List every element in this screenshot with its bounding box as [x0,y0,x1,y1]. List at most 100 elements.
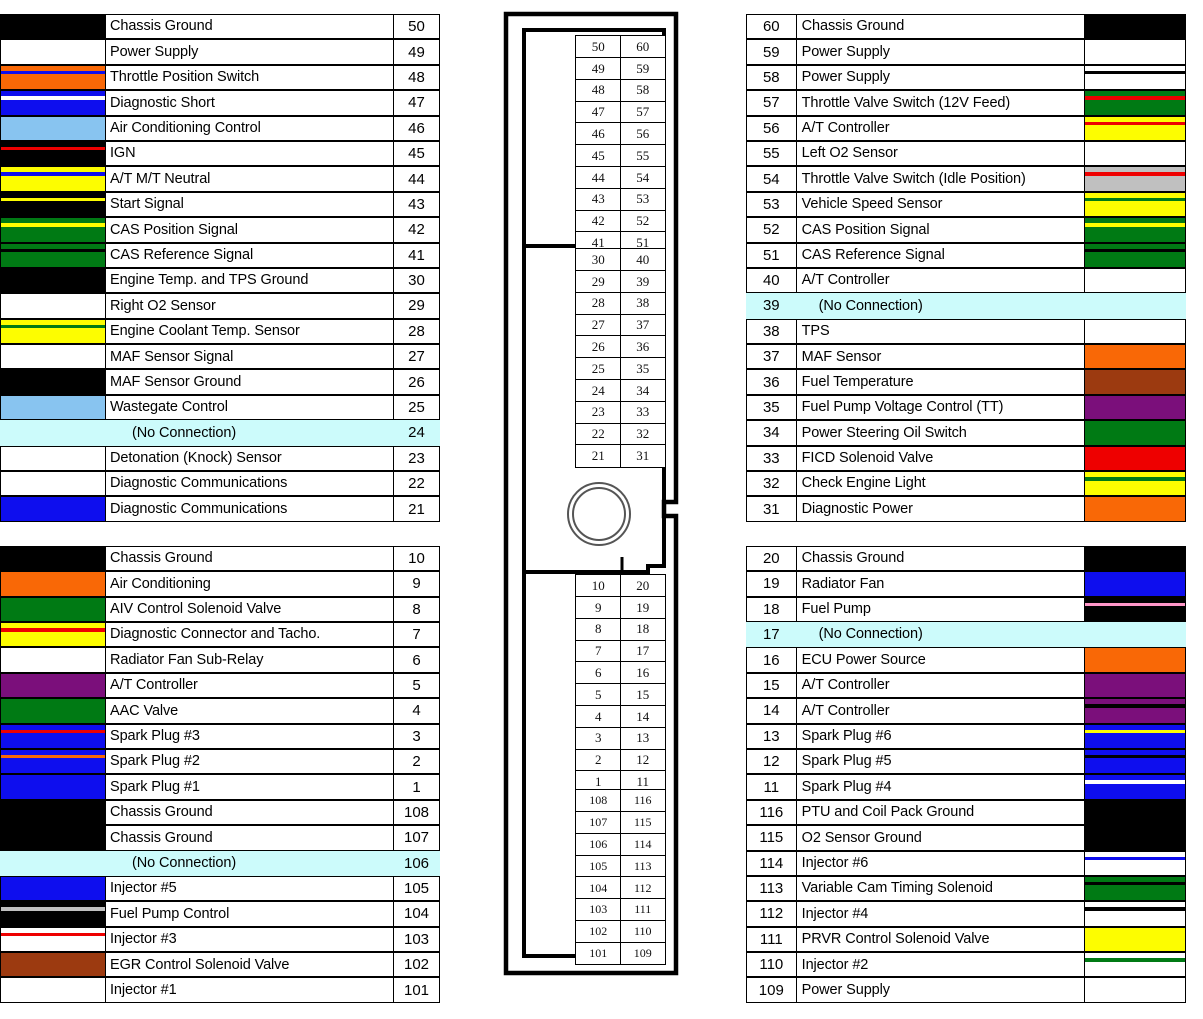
connector-pin[interactable]: 37 [619,313,666,337]
table-row[interactable]: 14 A/T Controller [746,698,1186,724]
table-row[interactable]: AAC Valve 4 [0,698,440,724]
connector-pin[interactable]: 113 [619,854,666,878]
table-row[interactable]: Fuel Pump Control 104 [0,901,440,927]
connector-pin[interactable]: 102 [575,920,622,944]
connector-pin[interactable]: 56 [619,122,666,146]
connector-pin[interactable]: 10 [575,574,622,598]
table-row[interactable]: 18 Fuel Pump [746,596,1186,622]
table-row[interactable]: EGR Control Solenoid Valve 102 [0,952,440,978]
connector-pin[interactable]: 109 [619,941,666,966]
table-row[interactable]: Radiator Fan Sub-Relay 6 [0,647,440,673]
connector-pin[interactable]: 2 [575,748,622,772]
connector-pin[interactable]: 36 [619,335,666,359]
connector-pin[interactable]: 103 [575,898,622,922]
table-row[interactable]: 56 A/T Controller [746,115,1186,141]
connector-pin[interactable]: 15 [619,683,666,707]
table-row[interactable]: Wastegate Control 25 [0,394,440,421]
table-row[interactable]: 54 Throttle Valve Switch (Idle Position) [746,166,1186,192]
connector-pin[interactable]: 30 [575,248,622,272]
connector-pin[interactable]: 48 [575,78,622,103]
connector-pin[interactable]: 34 [619,379,666,403]
connector-pin[interactable]: 106 [575,832,622,857]
connector-pin[interactable]: 111 [619,898,666,922]
connector-pin[interactable]: 28 [575,291,622,316]
connector-pin[interactable]: 44 [575,166,622,190]
connector-pin[interactable]: 57 [619,100,666,124]
connector-pin[interactable]: 17 [619,639,666,663]
connector-pin[interactable]: 104 [575,876,622,900]
connector-pin[interactable]: 116 [619,789,666,813]
connector-pin[interactable]: 59 [619,57,666,81]
table-row[interactable]: 57 Throttle Valve Switch (12V Feed) [746,90,1186,116]
table-row[interactable]: 110 Injector #2 [746,952,1186,978]
connector-pin[interactable]: 6 [575,661,622,685]
table-row[interactable]: 53 Vehicle Speed Sensor [746,191,1186,218]
connector-pin[interactable]: 54 [619,166,666,190]
table-row[interactable]: Chassis Ground 107 [0,825,440,851]
connector-pin[interactable]: 115 [619,811,666,835]
table-row[interactable]: Start Signal 43 [0,191,440,218]
table-row[interactable]: A/T M/T Neutral 44 [0,166,440,192]
connector-pin[interactable]: 7 [575,639,622,663]
table-row[interactable]: Diagnostic Connector and Tacho. 7 [0,621,440,648]
connector-pin[interactable]: 49 [575,57,622,81]
table-row[interactable]: 114 Injector #6 [746,850,1186,876]
table-row[interactable]: CAS Reference Signal 41 [0,242,440,268]
table-row[interactable]: 55 Left O2 Sensor [746,140,1186,167]
table-row[interactable]: MAF Sensor Signal 27 [0,344,440,370]
table-row[interactable]: 112 Injector #4 [746,901,1186,927]
table-row[interactable]: 12 Spark Plug #5 [746,748,1186,775]
table-row[interactable]: 17 (No Connection) [746,621,1186,648]
table-row[interactable]: 36 Fuel Temperature [746,369,1186,395]
table-row[interactable]: 39 (No Connection) [746,293,1186,319]
connector-pin[interactable]: 29 [575,270,622,294]
table-row[interactable]: Air Conditioning Control 46 [0,115,440,141]
connector-pin[interactable]: 53 [619,187,666,212]
connector-pin[interactable]: 60 [619,35,666,59]
connector-pin[interactable]: 58 [619,78,666,103]
table-row[interactable]: 59 Power Supply [746,39,1186,65]
connector-pin[interactable]: 110 [619,920,666,944]
connector-pin[interactable]: 42 [575,209,622,233]
table-row[interactable]: A/T Controller 5 [0,672,440,699]
connector-pin[interactable]: 4 [575,705,622,729]
connector-pin[interactable]: 16 [619,661,666,685]
connector-pin[interactable]: 31 [619,444,666,468]
table-row[interactable]: 33 FICD Solenoid Valve [746,445,1186,472]
connector-pin[interactable]: 38 [619,291,666,316]
connector-pin[interactable]: 35 [619,357,666,381]
table-row[interactable]: 19 Radiator Fan [746,571,1186,597]
table-row[interactable]: Chassis Ground 10 [0,545,440,572]
connector-pin[interactable]: 25 [575,357,622,381]
table-row[interactable]: 31 Diagnostic Power [746,496,1186,522]
connector-pin[interactable]: 40 [619,248,666,272]
table-row[interactable]: Spark Plug #2 2 [0,748,440,775]
table-row[interactable]: Diagnostic Communications 22 [0,471,440,497]
connector-pin[interactable]: 22 [575,422,622,446]
table-row[interactable]: 116 PTU and Coil Pack Ground [746,799,1186,826]
table-row[interactable]: 13 Spark Plug #6 [746,723,1186,749]
table-row[interactable]: 109 Power Supply [746,977,1186,1003]
connector-pin[interactable]: 52 [619,209,666,233]
table-row[interactable]: Chassis Ground 50 [0,14,440,40]
table-row[interactable]: 37 MAF Sensor [746,344,1186,370]
connector-pin[interactable]: 5 [575,683,622,707]
table-row[interactable]: 60 Chassis Ground [746,14,1186,40]
connector-pin[interactable]: 19 [619,596,666,620]
table-row[interactable]: (No Connection) 24 [0,420,440,446]
connector-pin[interactable]: 108 [575,789,622,813]
connector-pin[interactable]: 23 [575,400,622,425]
connector-pin[interactable]: 107 [575,811,622,835]
table-row[interactable]: Right O2 Sensor 29 [0,293,440,319]
table-row[interactable]: Diagnostic Communications 21 [0,496,440,522]
connector-pin[interactable]: 13 [619,726,666,751]
connector-pin[interactable]: 33 [619,400,666,425]
table-row[interactable]: Throttle Position Switch 48 [0,64,440,91]
connector-pin[interactable]: 47 [575,100,622,124]
connector-pin[interactable]: 46 [575,122,622,146]
table-row[interactable]: Engine Temp. and TPS Ground 30 [0,267,440,294]
table-row[interactable]: 51 CAS Reference Signal [746,242,1186,268]
connector-pin[interactable]: 9 [575,596,622,620]
connector-pin[interactable]: 45 [575,144,622,168]
table-row[interactable]: Spark Plug #1 1 [0,774,440,800]
